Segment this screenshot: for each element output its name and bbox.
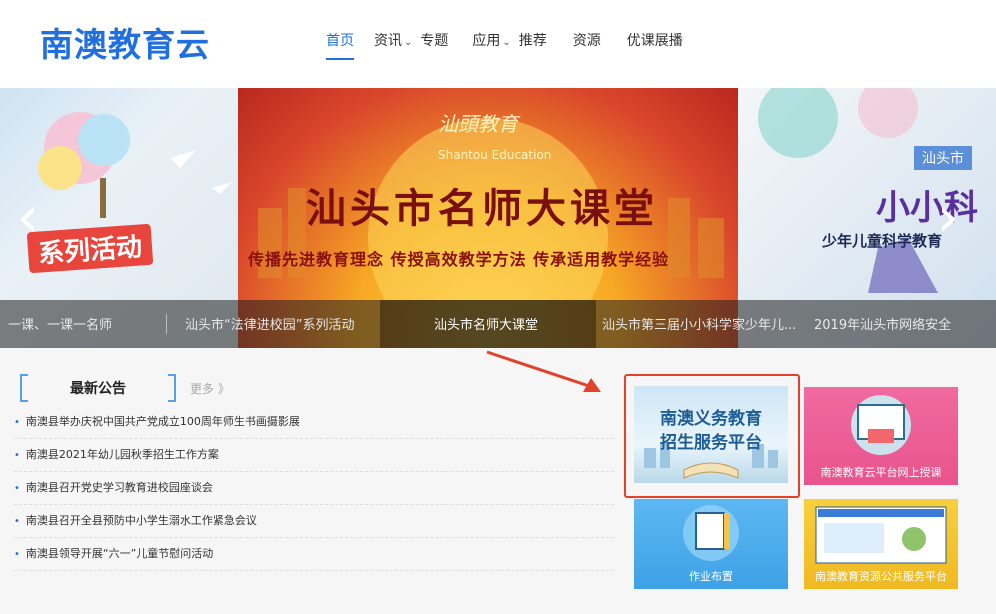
caption-divider <box>166 314 167 334</box>
slide-right-subtitle: 少年儿童科学教育 <box>822 232 943 250</box>
chevron-right-icon[interactable]: › <box>926 188 970 248</box>
carousel-caption[interactable]: 汕头市“法律进校园”系列活动 <box>185 314 354 333</box>
nav-home[interactable]: 首页 <box>326 30 354 60</box>
carousel-caption[interactable]: 汕头市第三届小小科学家少年儿... <box>602 314 796 333</box>
nav-recommend-label: 推荐 <box>518 33 547 49</box>
notice-item[interactable]: • 南澳县召开全县预防中小学生溺水工作紧急会议 <box>14 505 614 538</box>
slide-right-chip: 汕头市 <box>914 146 972 170</box>
nav-apps-label: 应用 <box>472 33 501 49</box>
notice-header: 最新公告 <box>20 374 176 402</box>
nav-resources-label: 资源 <box>572 33 601 49</box>
bullet-icon: • <box>14 516 20 527</box>
shantou-education-logo: 汕頭教育 <box>438 112 518 136</box>
compulsory-line2: 招生服务平台 <box>660 433 762 453</box>
compulsory-line1: 南澳义务教育 <box>660 409 762 429</box>
nav-topics[interactable]: 专题 <box>420 30 448 50</box>
nav-topics-label: 专题 <box>420 33 449 49</box>
main-nav: 首页 资讯 ⌄ 专题 应用 ⌄ 推荐 资源 优课展播 <box>326 30 703 60</box>
homework-book-icon <box>683 505 739 561</box>
notice-list: • 南澳县举办庆祝中国共产党成立100周年师生书画摄影展 • 南澳县2021年幼儿园… <box>14 406 614 571</box>
bracket-right-decoration <box>168 374 176 402</box>
app-card-online-teaching[interactable]: 南澳教育云平台网上授课 <box>804 387 958 485</box>
homework-label: 作业布置 <box>689 570 733 583</box>
notice-item-text: 南澳县举办庆祝中国共产党成立100周年师生书画摄影展 <box>25 415 300 428</box>
banner-title: 汕头市名师大课堂 <box>306 185 658 232</box>
app-card-homework[interactable]: 作业布置 <box>634 499 788 589</box>
chevron-left-icon[interactable]: ‹ <box>6 188 50 248</box>
screen-book-icon <box>851 395 911 455</box>
nav-apps[interactable]: 应用 ⌄ <box>472 30 510 50</box>
nav-recommend[interactable]: 推荐 <box>519 30 547 50</box>
more-link[interactable]: 更多 》 <box>190 380 230 397</box>
red-arrow-annotation <box>486 350 601 392</box>
bullet-icon: • <box>14 483 20 494</box>
app-card-compulsory-enrollment[interactable]: 南澳义务教育 招生服务平台 <box>634 386 788 483</box>
carousel-caption-active[interactable]: 汕头市名师大课堂 <box>434 314 538 333</box>
notice-item[interactable]: • 南澳县召开党史学习教育进校园座谈会 <box>14 472 614 505</box>
carousel-caption[interactable]: 一课、一课一名师 <box>8 314 112 333</box>
banner-carousel[interactable]: 系列活动 汕頭教育 Shantou Education 汕头市名师大课堂 传播先… <box>0 88 996 348</box>
bullet-icon: • <box>14 417 20 428</box>
chevron-down-icon: ⌄ <box>404 37 413 48</box>
nav-featured-lessons[interactable]: 优课展播 <box>627 30 683 50</box>
nav-news[interactable]: 资讯 ⌄ <box>374 30 412 50</box>
bullet-icon: • <box>14 549 20 560</box>
resource-platform-screenshot-icon <box>815 506 947 564</box>
site-logo[interactable]: 南澳教育云 <box>40 18 210 66</box>
carousel-caption[interactable]: 2019年汕头市网络安全 <box>814 314 951 333</box>
site-header: 南澳教育云 首页 资讯 ⌄ 专题 应用 ⌄ 推荐 资源 优课展播 <box>0 0 996 88</box>
app-card-resource-platform[interactable]: 南澳教育资源公共服务平台 <box>804 499 958 589</box>
nav-news-label: 资讯 <box>374 33 402 49</box>
chevron-down-icon: ⌄ <box>502 37 511 48</box>
notice-item-text: 南澳县召开全县预防中小学生溺水工作紧急会议 <box>25 514 257 527</box>
nav-home-label: 首页 <box>326 33 354 49</box>
notice-title: 最新公告 <box>70 381 126 397</box>
shantou-education-logo-en: Shantou Education <box>438 148 552 162</box>
carousel-caption-bar: 一课、一课一名师 汕头市“法律进校园”系列活动 汕头市名师大课堂 汕头市第三届小… <box>0 300 996 348</box>
notice-item-text: 南澳县领导开展“六一”儿童节慰问活动 <box>25 547 214 560</box>
notice-item[interactable]: • 南澳县举办庆祝中国共产党成立100周年师生书画摄影展 <box>14 406 614 439</box>
bullet-icon: • <box>14 450 20 461</box>
notice-item[interactable]: • 南澳县领导开展“六一”儿童节慰问活动 <box>14 538 614 571</box>
notice-item-text: 南澳县召开党史学习教育进校园座谈会 <box>25 481 213 494</box>
notice-item[interactable]: • 南澳县2021年幼儿园秋季招生工作方案 <box>14 439 614 472</box>
nav-featured-lessons-label: 优课展播 <box>626 33 683 49</box>
banner-subtitle: 传播先进教育理念 传授高效教学方法 传承适用教学经验 <box>248 250 670 269</box>
notice-item-text: 南澳县2021年幼儿园秋季招生工作方案 <box>25 448 219 461</box>
online-teaching-label: 南澳教育云平台网上授课 <box>820 466 942 479</box>
nav-resources[interactable]: 资源 <box>573 30 601 50</box>
resource-platform-label: 南澳教育资源公共服务平台 <box>815 570 947 583</box>
